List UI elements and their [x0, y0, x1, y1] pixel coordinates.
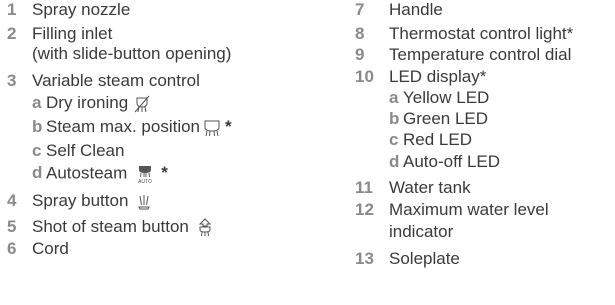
sub-item-letter: b: [32, 117, 43, 136]
item-number: 8: [355, 24, 365, 43]
list-item: 7 Handle: [355, 0, 615, 24]
list-item: 4 Spray button: [0, 191, 330, 217]
parts-list-left-column: 1 Spray nozzle 2 Filling inlet (with sli…: [0, 0, 330, 261]
sub-item-letter: a: [32, 93, 42, 112]
sub-item: c Self Clean: [0, 141, 330, 163]
item-number: 2: [7, 24, 17, 43]
shot-of-steam-icon: [197, 217, 213, 238]
sub-item: a Dry ironing: [0, 93, 330, 117]
list-item-continuation: indicator: [355, 222, 615, 249]
sub-item-label: Auto-off LED: [403, 152, 501, 171]
sub-item: d Autosteam AUTO *: [0, 163, 330, 191]
sub-item: b Green LED: [355, 109, 615, 130]
list-item: 12 Maximum water level: [355, 200, 615, 222]
item-label-continuation: (with slide-button opening): [32, 44, 232, 63]
item-number: 3: [7, 71, 17, 90]
list-item: 10 LED display*: [355, 67, 615, 88]
list-item: 1 Spray nozzle: [0, 0, 330, 24]
item-label: Cord: [32, 239, 69, 258]
item-label: LED display*: [389, 67, 487, 86]
item-number: 11: [355, 178, 373, 197]
sub-item-letter: b: [389, 109, 400, 128]
item-label-continuation: indicator: [389, 222, 454, 241]
parts-list: 1 Spray nozzle 2 Filling inlet (with sli…: [0, 0, 615, 305]
item-label: Spray button: [32, 191, 129, 210]
list-item: 13 Soleplate: [355, 249, 615, 271]
item-label: Thermostat control light*: [389, 24, 574, 43]
item-label: Variable steam control: [32, 71, 200, 90]
sub-item-letter: d: [389, 152, 400, 171]
item-number: 9: [355, 45, 365, 64]
sub-item-letter: d: [32, 163, 43, 182]
sub-item-label: Green LED: [403, 109, 489, 128]
item-number: 7: [355, 0, 365, 19]
dry-ironing-icon: [133, 94, 151, 114]
list-item: 3 Variable steam control: [0, 71, 330, 93]
item-number: 10: [355, 67, 374, 86]
sub-item: a Yellow LED: [355, 88, 615, 109]
item-label: Water tank: [389, 178, 471, 197]
item-number: 1: [7, 0, 17, 19]
item-number: 13: [355, 249, 374, 268]
item-label: Spray nozzle: [32, 0, 131, 19]
sub-item-star: *: [161, 163, 168, 183]
item-number: 5: [7, 217, 17, 236]
sub-item-label: Autosteam: [46, 163, 128, 183]
sub-item-letter: a: [389, 88, 399, 107]
spray-icon: [137, 193, 151, 211]
list-item: 8 Thermostat control light*: [355, 24, 615, 45]
sub-item-star: *: [225, 117, 232, 136]
list-item: 5 Shot of steam button: [0, 217, 330, 239]
item-number: 4: [7, 191, 17, 210]
list-item: 9 Temperature control dial: [355, 45, 615, 67]
item-label: Shot of steam button: [32, 217, 189, 236]
item-number: 6: [7, 239, 17, 258]
item-label: Filling inlet: [32, 24, 113, 43]
list-item: 11 Water tank: [355, 178, 615, 200]
sub-item-letter: c: [32, 141, 42, 160]
item-label: Handle: [389, 0, 443, 19]
list-item: 2 Filling inlet: [0, 24, 330, 44]
item-label: Maximum water level: [389, 200, 549, 219]
item-label: Soleplate: [389, 249, 460, 268]
sub-item-label: Red LED: [403, 130, 472, 149]
sub-item-label: Dry ironing: [46, 93, 129, 112]
sub-item: b Steam max. position *: [0, 117, 330, 141]
sub-item-label: Steam max. position: [46, 117, 201, 136]
autosteam-icon: AUTO: [135, 163, 155, 185]
sub-item: d Auto-off LED: [355, 152, 615, 178]
steam-max-icon: [201, 118, 223, 138]
item-label: Temperature control dial: [389, 45, 572, 64]
list-item-continuation: (with slide-button opening): [0, 44, 330, 71]
sub-item-label: Yellow LED: [403, 88, 490, 107]
parts-list-right-column: 7 Handle 8 Thermostat control light* 9 T…: [355, 0, 615, 271]
list-item: 6 Cord: [0, 239, 330, 261]
sub-item: c Red LED: [355, 130, 615, 152]
item-number: 12: [355, 200, 374, 219]
sub-item-label: Self Clean: [46, 141, 125, 160]
autosteam-icon-text: AUTO: [138, 179, 152, 185]
sub-item-letter: c: [389, 130, 399, 149]
